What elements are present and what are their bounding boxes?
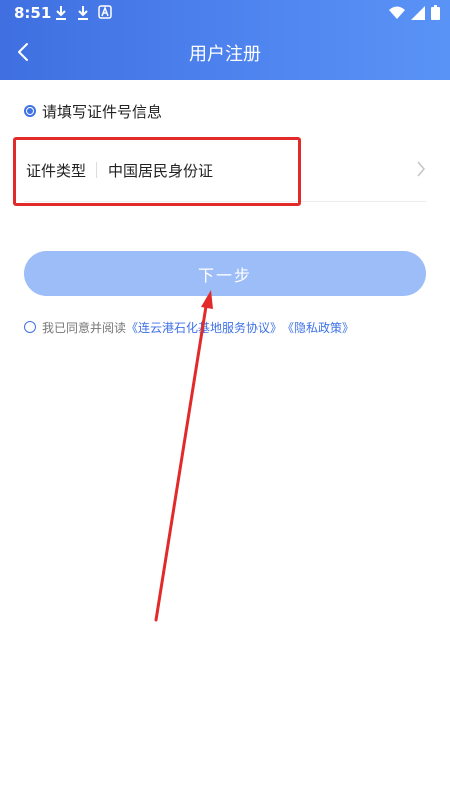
- divider: [96, 162, 97, 178]
- id-type-label: 证件类型: [26, 162, 87, 180]
- radio-selected-icon: [24, 105, 36, 117]
- status-icons-left: [54, 5, 112, 21]
- agreement-prefix: 我已同意并阅读: [42, 320, 127, 335]
- agree-checkbox[interactable]: [24, 321, 36, 333]
- signal-icon: [411, 5, 425, 24]
- id-type-selector[interactable]: 证件类型 中国居民身份证: [24, 138, 426, 202]
- id-type-value: 中国居民身份证: [108, 162, 214, 180]
- section-label: 请填写证件号信息: [24, 100, 162, 122]
- status-time: 8:51: [14, 4, 52, 22]
- app-header: 8:51 用户注册: [0, 0, 450, 80]
- status-icons-right: [389, 5, 440, 24]
- status-bar: 8:51: [0, 0, 450, 26]
- section-label-text: 请填写证件号信息: [42, 102, 163, 121]
- privacy-policy-link[interactable]: 《隐私政策》: [282, 319, 354, 336]
- service-agreement-link[interactable]: 《连云港石化基地服务协议》: [126, 319, 282, 336]
- app-a-icon: [98, 5, 112, 19]
- battery-icon: [431, 5, 440, 24]
- download-icon: [76, 5, 90, 20]
- next-button[interactable]: 下一步: [24, 251, 426, 296]
- wifi-icon: [389, 6, 405, 24]
- page-title: 用户注册: [189, 44, 261, 65]
- download-icon: [54, 5, 68, 20]
- agreement-row: 我已同意并阅读 《连云港石化基地服务协议》 《隐私政策》: [24, 318, 354, 336]
- chevron-right-icon: [417, 161, 425, 177]
